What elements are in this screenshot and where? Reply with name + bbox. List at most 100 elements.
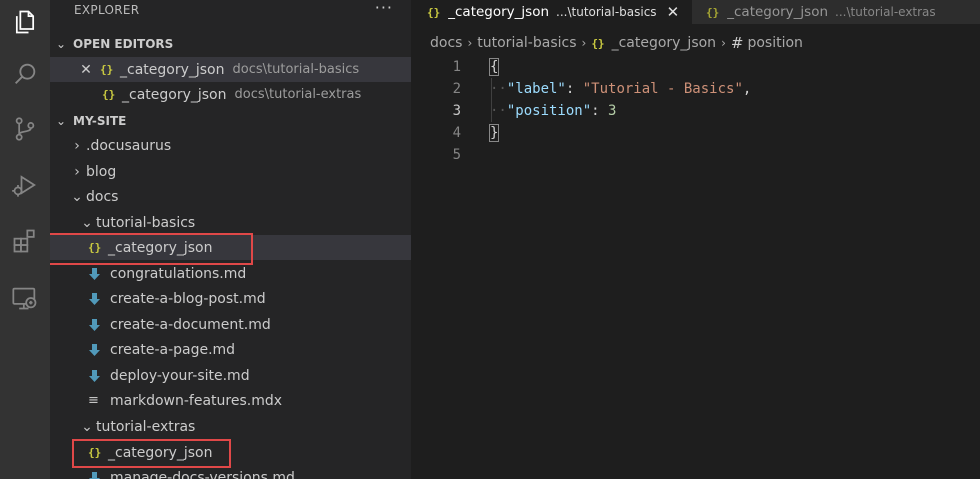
markdown-file-icon bbox=[89, 267, 100, 280]
tree-item-create-a-document[interactable]: create-a-document.md bbox=[50, 312, 411, 337]
json-key: "position" bbox=[506, 103, 592, 119]
chevron-right-icon: › bbox=[467, 36, 473, 50]
tree-item-congratulations[interactable]: congratulations.md bbox=[50, 261, 411, 286]
open-editor-name: _category_json bbox=[120, 61, 225, 78]
tab-bar: {} _category_json ...\tutorial-basics ✕ … bbox=[411, 0, 980, 24]
json-number-value: 3 bbox=[608, 103, 617, 119]
editor-area: {} _category_json ...\tutorial-basics ✕ … bbox=[411, 0, 980, 479]
tree-item-docs[interactable]: ⌄ docs bbox=[50, 184, 411, 209]
source-control-icon[interactable] bbox=[0, 107, 50, 151]
line-number: 3 bbox=[452, 103, 461, 119]
json-string-value: "Tutorial - Basics" bbox=[582, 81, 743, 97]
tree-item-label: create-a-page.md bbox=[110, 341, 236, 358]
chevron-down-icon: ⌄ bbox=[71, 188, 83, 205]
tree-item-tutorial-extras[interactable]: ⌄ tutorial-extras bbox=[50, 414, 411, 439]
json-file-icon: {} bbox=[88, 241, 102, 254]
code-line: 1 { bbox=[411, 56, 980, 78]
chevron-right-icon: › bbox=[581, 36, 587, 50]
tab-path: ...\tutorial-basics bbox=[556, 5, 657, 19]
tree-item-tutorial-basics[interactable]: ⌄ tutorial-basics bbox=[50, 210, 411, 235]
tab-label: _category_json bbox=[727, 4, 829, 20]
explorer-sidebar: EXPLORER ··· ⌄ OPEN EDITORS ✕ {} _catego… bbox=[50, 0, 411, 479]
json-file-icon: {} bbox=[100, 63, 114, 76]
tree-item-manage-docs-versions[interactable]: manage-docs-versions.md bbox=[50, 465, 411, 479]
open-editor-path: docs\tutorial-basics bbox=[232, 62, 360, 77]
tree-item-docusaurus[interactable]: › .docusaurus bbox=[50, 133, 411, 158]
tree-item-create-a-blog-post[interactable]: create-a-blog-post.md bbox=[50, 286, 411, 311]
breadcrumb-item[interactable]: tutorial-basics bbox=[477, 35, 576, 51]
chevron-down-icon: ⌄ bbox=[56, 37, 67, 51]
markdown-file-icon bbox=[89, 369, 100, 382]
chevron-down-icon: ⌄ bbox=[56, 114, 67, 128]
more-actions-button[interactable]: ··· bbox=[375, 0, 393, 17]
chevron-right-icon: › bbox=[74, 137, 80, 154]
line-number: 1 bbox=[452, 59, 461, 75]
code-line: 4 } bbox=[411, 122, 980, 144]
tab-label: _category_json bbox=[448, 4, 550, 20]
markdown-file-icon bbox=[89, 343, 100, 356]
breadcrumb-item[interactable]: docs bbox=[430, 35, 462, 51]
markdown-file-icon bbox=[89, 471, 100, 479]
explorer-title: EXPLORER bbox=[74, 3, 140, 17]
tree-item-label: .docusaurus bbox=[86, 137, 172, 154]
my-site-header[interactable]: ⌄ MY-SITE bbox=[50, 109, 411, 133]
tree-item-label: tutorial-extras bbox=[96, 418, 196, 435]
tab-path: ...\tutorial-extras bbox=[835, 5, 936, 19]
json-file-icon: {} bbox=[706, 5, 720, 19]
colon: : bbox=[565, 81, 583, 97]
markdown-file-icon bbox=[89, 292, 100, 305]
search-icon[interactable] bbox=[0, 52, 50, 96]
tree-item-label: _category_json bbox=[108, 239, 213, 256]
open-editor-item[interactable]: {} _category_json docs\tutorial-extras bbox=[50, 82, 411, 107]
tree-item-label: create-a-document.md bbox=[110, 316, 271, 333]
tree-item-deploy-your-site[interactable]: deploy-your-site.md bbox=[50, 363, 411, 388]
tab-category-json-basics[interactable]: {} _category_json ...\tutorial-basics ✕ bbox=[411, 0, 692, 24]
tree-item-label: markdown-features.mdx bbox=[110, 392, 283, 409]
line-number: 4 bbox=[452, 125, 461, 141]
explorer-icon[interactable] bbox=[0, 0, 50, 44]
breadcrumb-item[interactable]: _category_json bbox=[612, 35, 717, 51]
colon: : bbox=[591, 103, 609, 119]
tree-item-blog[interactable]: › blog bbox=[50, 159, 411, 184]
tree-item-label: congratulations.md bbox=[110, 265, 247, 282]
open-editor-path: docs\tutorial-extras bbox=[234, 87, 362, 102]
tree-item-category-json-basics[interactable]: {} _category_json bbox=[50, 235, 411, 260]
json-file-icon: {} bbox=[591, 36, 605, 50]
code-line: 5 bbox=[411, 144, 980, 166]
json-key: "label" bbox=[506, 81, 566, 97]
run-debug-icon[interactable] bbox=[0, 163, 50, 207]
chevron-down-icon: ⌄ bbox=[81, 418, 93, 435]
open-editors-header[interactable]: ⌄ OPEN EDITORS bbox=[50, 32, 411, 56]
tree-item-label: _category_json bbox=[108, 444, 213, 461]
tree-item-label: deploy-your-site.md bbox=[110, 367, 250, 384]
json-file-icon: {} bbox=[88, 446, 102, 459]
open-editor-item[interactable]: ✕ {} _category_json docs\tutorial-basics bbox=[50, 57, 411, 82]
tree-item-label: tutorial-basics bbox=[96, 214, 196, 231]
extensions-icon[interactable] bbox=[0, 219, 50, 263]
tree-item-label: docs bbox=[86, 188, 119, 205]
breadcrumb: docs › tutorial-basics › {} _category_js… bbox=[430, 34, 803, 52]
line-number: 2 bbox=[452, 81, 461, 97]
chevron-right-icon: › bbox=[721, 36, 726, 50]
breadcrumb-item[interactable]: position bbox=[747, 35, 802, 51]
markdown-file-icon bbox=[89, 318, 100, 331]
tree-item-create-a-page[interactable]: create-a-page.md bbox=[50, 337, 411, 362]
close-brace: } bbox=[488, 124, 500, 142]
remote-explorer-icon[interactable] bbox=[0, 276, 50, 320]
code-line: 3 ··"position": 3 bbox=[411, 100, 980, 122]
tab-category-json-extras[interactable]: {} _category_json ...\tutorial-extras bbox=[692, 0, 980, 24]
json-file-icon: {} bbox=[102, 88, 116, 101]
tree-item-markdown-features[interactable]: ≡ markdown-features.mdx bbox=[50, 388, 411, 413]
chevron-down-icon: ⌄ bbox=[81, 214, 93, 231]
tree-item-category-json-extras[interactable]: {} _category_json bbox=[50, 440, 411, 465]
comma: , bbox=[742, 81, 752, 97]
activity-bar bbox=[0, 0, 50, 479]
close-icon[interactable]: ✕ bbox=[78, 62, 94, 78]
open-brace: { bbox=[488, 58, 500, 76]
tree-item-label: manage-docs-versions.md bbox=[110, 469, 295, 479]
code-line: 2 ··"label": "Tutorial - Basics", bbox=[411, 78, 980, 100]
close-icon[interactable]: ✕ bbox=[667, 3, 680, 21]
open-editors-label: OPEN EDITORS bbox=[73, 37, 174, 51]
json-file-icon: {} bbox=[427, 5, 441, 19]
mdx-file-icon: ≡ bbox=[88, 393, 99, 408]
